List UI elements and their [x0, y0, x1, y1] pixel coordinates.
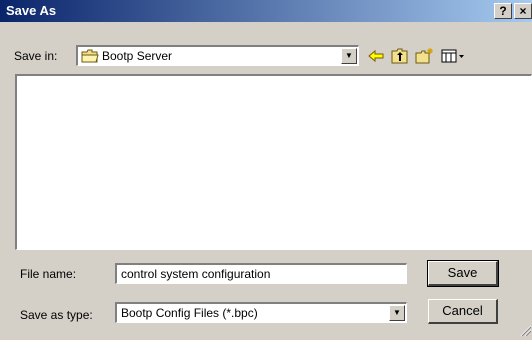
folder-icon — [81, 49, 99, 63]
save-in-value: Bootp Server — [102, 49, 173, 63]
chevron-down-icon[interactable]: ▼ — [341, 48, 357, 64]
save-as-type-label: Save as type: — [20, 308, 93, 322]
view-menu-icon[interactable] — [440, 47, 466, 65]
size-grip[interactable] — [518, 323, 532, 337]
close-button[interactable]: × — [514, 3, 532, 19]
new-folder-icon[interactable] — [414, 47, 434, 65]
save-in-label: Save in: — [14, 49, 58, 63]
file-name-field[interactable]: control system configuration — [115, 263, 407, 284]
save-as-type-combo[interactable]: Bootp Config Files (*.bpc) ▼ — [115, 302, 407, 323]
help-button[interactable]: ? — [494, 3, 512, 19]
save-as-type-value: Bootp Config Files (*.bpc) — [121, 306, 258, 320]
window-title: Save As — [6, 3, 57, 18]
file-name-value: control system configuration — [121, 267, 271, 281]
cancel-button[interactable]: Cancel — [428, 299, 498, 324]
chevron-down-icon[interactable]: ▼ — [389, 305, 405, 321]
file-name-label: File name: — [20, 267, 77, 281]
up-folder-icon[interactable] — [390, 47, 410, 65]
file-list[interactable] — [15, 74, 532, 250]
save-in-combo[interactable]: Bootp Server ▼ — [76, 45, 359, 66]
back-arrow-icon[interactable] — [366, 47, 386, 65]
title-bar: Save As ? × — [0, 0, 532, 22]
save-button[interactable]: Save — [427, 260, 499, 287]
